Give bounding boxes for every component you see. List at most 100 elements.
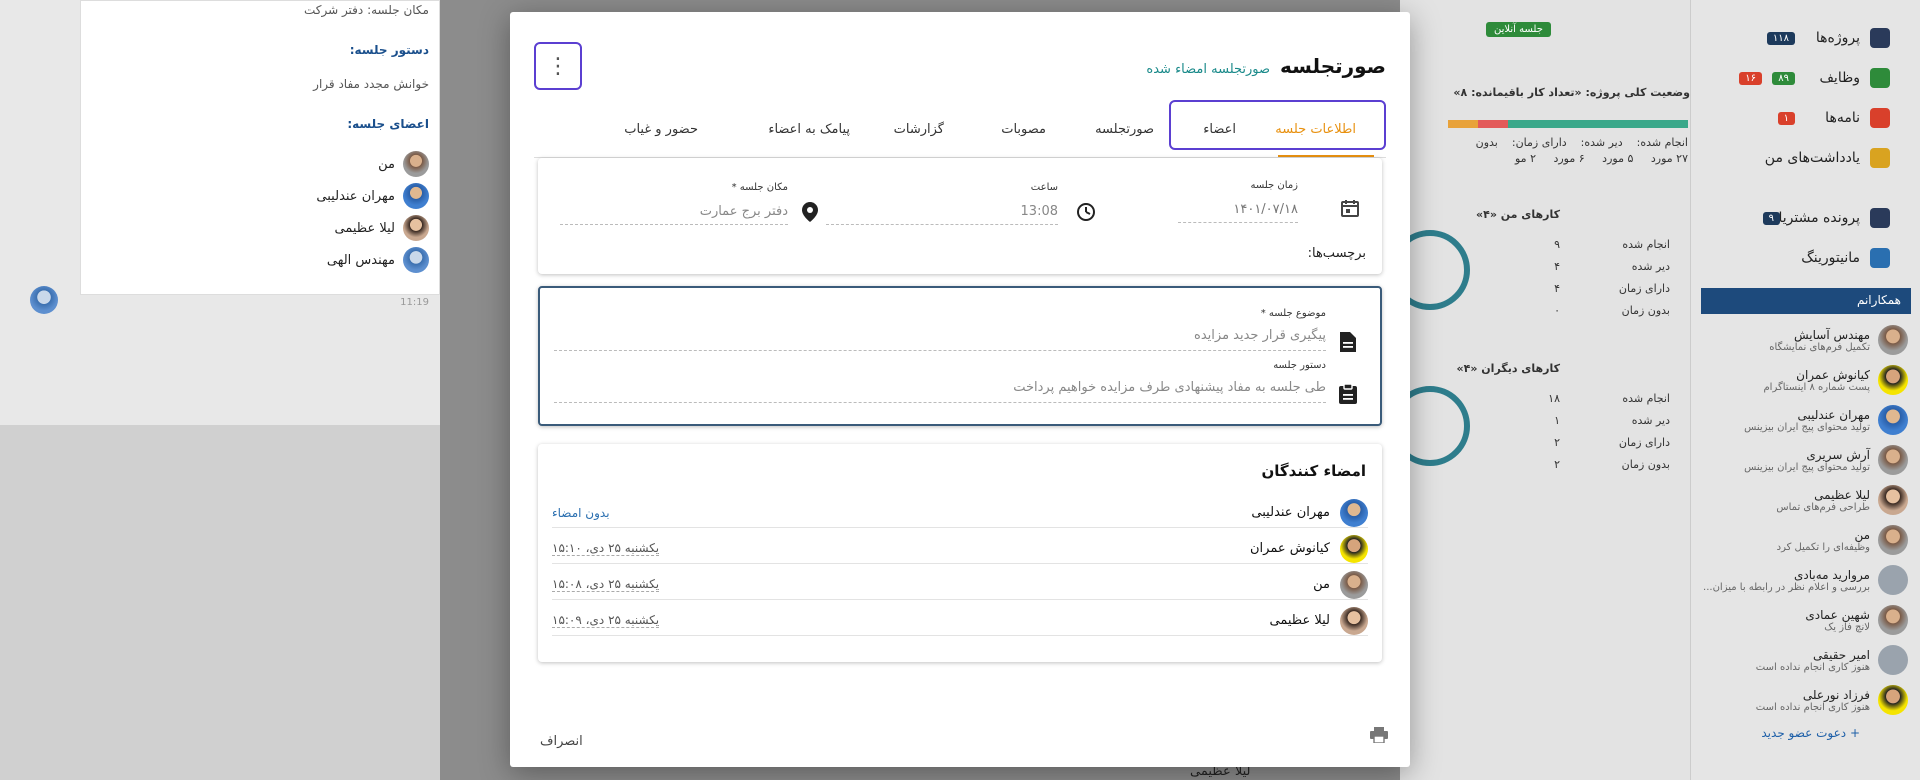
sidebar-item-monitoring[interactable]: مانیتورینگ [1801,248,1890,268]
badge: ۸۹ [1772,72,1795,85]
minutes-modal: صورتجلسه صورتجلسه امضاء شده ⋮ اطلاعات جل… [510,12,1410,767]
signer-status[interactable]: یکشنبه ۲۵ دی، ۱۵:۰۸ [552,577,660,592]
bg-member: مهران عندلیبی [316,183,429,209]
modal-subtitle: صورتجلسه امضاء شده [1146,62,1271,77]
signer-status[interactable]: یکشنبه ۲۵ دی، ۱۵:۰۹ [552,613,660,628]
tasks-icon [1870,68,1890,88]
colleague-item[interactable]: مهران عندلیبی تولید محتوای پیج ایران بیزی… [1701,402,1908,438]
signer-row: من یکشنبه ۲۵ دی، ۱۵:۰۸ [552,570,1368,600]
avatar [403,151,429,177]
monitoring-icon [1870,248,1890,268]
avatar [1878,645,1908,675]
signers-title: امضاء کنندگان [1261,462,1366,480]
colleague-item[interactable]: فرزاد نورعلی هنوز کاری انجام نداده است [1701,682,1908,718]
signers-card: امضاء کنندگان مهران عندلیبی بدون امضاء ک… [538,444,1382,662]
colleague-item[interactable]: کیانوش عمران پست شماره ۸ اینستاگرام [1701,362,1908,398]
sidebar-item-tasks[interactable]: وظایف [1819,68,1890,88]
clock-icon[interactable] [1074,200,1098,224]
sidebar-item-projects[interactable]: پروژه‌ها [1816,28,1890,48]
badge: ۱۶ [1739,72,1762,85]
colleague-item[interactable]: شهین عمادی لانچ فاز یک [1701,602,1908,638]
bg-agenda-title: دستور جلسه: [349,43,429,57]
signer-name: لیلا عظیمی [1269,613,1330,628]
subject-value[interactable]: پیگیری قرار جدید مزایده [1194,328,1326,343]
agenda-value[interactable]: طی جلسه به مفاد پیشنهادی طرف مزایده خواه… [1013,380,1326,395]
bg-member: مهندس الهی [327,247,429,273]
avatar [1878,365,1908,395]
avatar [1878,605,1908,635]
tab-bar: اطلاعات جلسه اعضاء صورتجلسه مصوبات گزارش… [534,100,1386,158]
status-values: ۲۷ مورد ۵ مورد ۶ مورد ۲ مو [1514,152,1688,165]
background-left-panel: مکان جلسه: دفتر شرکت دستور جلسه: خوانش م… [0,0,440,780]
avatar [1340,534,1368,563]
project-status-title: وضعیت کلی پروژه: «تعداد کار باقیمانده: ۸… [1453,86,1690,99]
avatar [1878,325,1908,355]
bg-member: لیلا عظیمی [335,215,429,241]
avatar [1878,445,1908,475]
tab-minutes[interactable]: صورتجلسه [1095,122,1154,137]
badge: ۹ [1762,212,1780,225]
badge: ۱۱۸ [1766,32,1795,45]
background-meeting-card: مکان جلسه: دفتر شرکت دستور جلسه: خوانش م… [80,0,440,308]
sidebar-item-customers[interactable]: پرونده مشتریان [1768,208,1890,228]
more-options-button[interactable]: ⋮ [534,42,582,90]
kebab-menu-icon: ⋮ [547,53,569,79]
bg-time: 11:19 [400,297,429,308]
time-label: ساعت [1030,182,1058,193]
bg-location-line: مکان جلسه: دفتر شرکت [303,3,429,17]
projects-icon [1870,28,1890,48]
notes-icon [1870,148,1890,168]
signer-row: مهران عندلیبی بدون امضاء [552,498,1368,528]
avatar [403,215,429,241]
bg-members-title: اعضای جلسه: [347,117,429,131]
colleague-item[interactable]: مروارید مه‌بادی بررسی و اعلام نظر در رابط… [1701,562,1908,598]
agenda-label: دستور جلسه [1273,360,1326,371]
avatar [1878,685,1908,715]
tab-members[interactable]: اعضاء [1203,122,1236,137]
date-value[interactable]: ۱۴۰۱/۰۷/۱۸ [1233,202,1298,217]
time-value[interactable]: 13:08 [1021,204,1058,219]
signer-name: کیانوش عمران [1249,541,1330,556]
customers-icon [1870,208,1890,228]
date-label: زمان جلسه [1250,180,1298,191]
clipboard-icon [1336,382,1360,406]
others-tasks-title: کارهای دیگران «۴» [1456,362,1560,375]
tab-meeting-info[interactable]: اطلاعات جلسه [1275,122,1356,137]
sidebar-item-notes[interactable]: یادداشت‌های من [1765,148,1890,168]
signer-name: من [1313,577,1330,592]
location-value[interactable]: دفتر برج عمارت [700,204,788,219]
cancel-button[interactable]: انصراف [540,734,583,749]
document-icon [1336,330,1360,354]
signer-status[interactable]: یکشنبه ۲۵ دی، ۱۵:۱۰ [552,541,660,556]
active-tab-indicator [1278,155,1374,157]
signer-row: لیلا عظیمی یکشنبه ۲۵ دی، ۱۵:۰۹ [552,606,1368,636]
signer-name: مهران عندلیبی [1251,505,1330,520]
avatar[interactable] [30,286,58,314]
subject-label: موضوع جلسه * [1260,308,1326,319]
avatar [1878,485,1908,515]
calendar-icon[interactable] [1338,196,1362,220]
sidebar-item-letters[interactable]: نامه‌ها [1825,108,1890,128]
colleagues-header: همکارانم [1701,288,1911,314]
background-middle-panel: جلسه آنلاین وضعیت کلی پروژه: «تعداد کار … [1390,0,1700,780]
badge: ۱ [1777,112,1795,125]
tab-sms-members[interactable]: پیامک به اعضاء [768,122,850,137]
tab-attendance[interactable]: حضور و غیاب [624,122,698,137]
invite-member-link[interactable]: + دعوت عضو جدید [1761,726,1860,740]
colleague-item[interactable]: من وظیفه‌ای را تکمیل کرد [1701,522,1908,558]
avatar [1878,405,1908,435]
print-button[interactable] [1370,727,1388,747]
online-meeting-badge: جلسه آنلاین [1486,22,1551,37]
colleague-item[interactable]: مهندس آسایش تکمیل فرم‌های نمایشگاه [1701,322,1908,358]
tab-reports[interactable]: گزارشات [894,122,944,137]
colleague-item[interactable]: لیلا عظیمی طراحی فرم‌های تماس [1701,482,1908,518]
colleague-item[interactable]: امیر حقیقی هنوز کاری انجام نداده است [1701,642,1908,678]
bg-member: من [378,151,429,177]
colleague-item[interactable]: آرش سریری تولید محتوای پیج ایران بیزینس [1701,442,1908,478]
avatar [1340,570,1368,599]
tab-resolutions[interactable]: مصوبات [1001,122,1046,137]
location-label: مکان جلسه * [731,182,788,193]
avatar [1878,525,1908,555]
letters-icon [1870,108,1890,128]
bg-lower-area [0,425,440,780]
